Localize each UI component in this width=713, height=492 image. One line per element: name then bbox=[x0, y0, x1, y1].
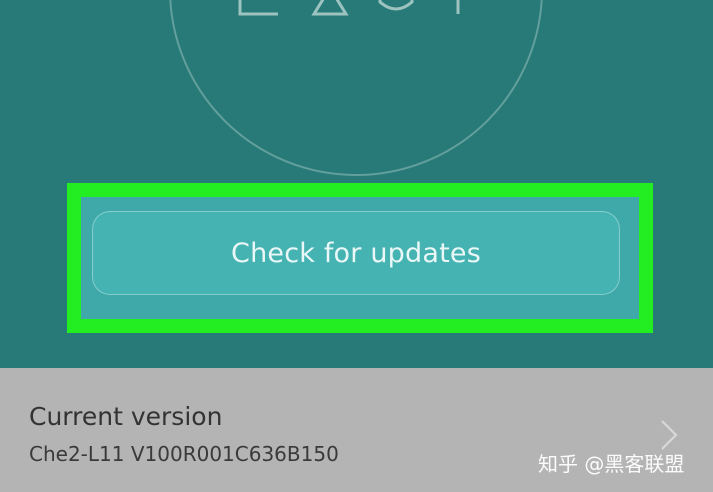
version-section: Current version Che2-L11 V100R001C636B15… bbox=[0, 368, 713, 492]
emui-logo-icon bbox=[238, 0, 460, 16]
current-version-title: Current version bbox=[29, 402, 223, 431]
chevron-right-icon bbox=[661, 420, 678, 450]
check-for-updates-button[interactable]: Check for updates bbox=[92, 211, 620, 295]
update-header: Check for updates bbox=[0, 0, 713, 368]
check-for-updates-label: Check for updates bbox=[231, 237, 481, 269]
logo-circle bbox=[169, 0, 543, 176]
watermark-text: 知乎 @黑客联盟 bbox=[538, 452, 685, 476]
current-version-value: Che2-L11 V100R001C636B150 bbox=[29, 442, 339, 466]
